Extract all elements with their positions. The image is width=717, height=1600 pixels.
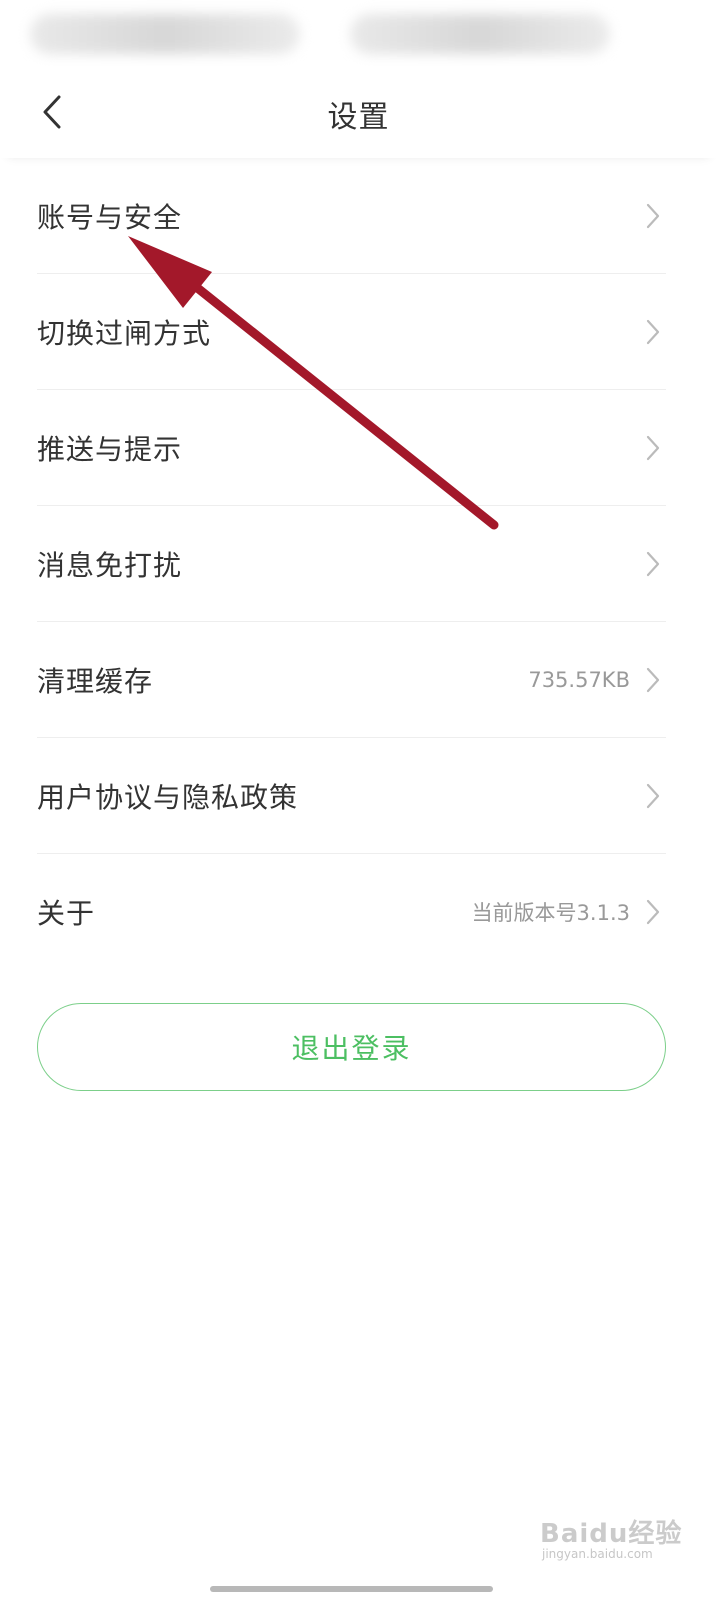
cache-size-value: 735.57KB — [528, 667, 630, 692]
status-bar-blurred — [0, 0, 717, 66]
settings-item-clear-cache[interactable]: 清理缓存 735.57KB — [37, 622, 666, 738]
chevron-right-icon — [646, 319, 660, 344]
home-indicator[interactable] — [210, 1586, 493, 1592]
watermark-text: Baidu经验 — [540, 1519, 683, 1549]
chevron-right-icon — [646, 783, 660, 808]
settings-item-label: 清理缓存 — [37, 664, 154, 698]
settings-item-push-notifications[interactable]: 推送与提示 — [37, 390, 666, 506]
blurred-status-right — [350, 14, 610, 54]
settings-item-label: 账号与安全 — [37, 200, 183, 234]
settings-item-label: 用户协议与隐私政策 — [37, 780, 299, 814]
settings-list: 账号与安全 切换过闸方式 推送与提示 消息免打扰 清理缓存 735.57KB 用… — [37, 158, 666, 969]
page-title: 设置 — [327, 100, 390, 135]
baidu-watermark: Baidu经验 jingyan.baidu.com — [540, 1495, 690, 1570]
settings-item-about[interactable]: 关于 当前版本号3.1.3 — [37, 854, 666, 969]
settings-item-label: 切换过闸方式 — [37, 316, 212, 350]
settings-item-gate-mode[interactable]: 切换过闸方式 — [37, 274, 666, 390]
settings-item-user-agreement-privacy[interactable]: 用户协议与隐私政策 — [37, 738, 666, 854]
logout-label: 退出登录 — [291, 1032, 412, 1065]
chevron-right-icon — [646, 203, 660, 228]
version-value: 当前版本号3.1.3 — [471, 900, 630, 925]
settings-item-label: 关于 — [37, 896, 96, 930]
chevron-right-icon — [646, 667, 660, 692]
settings-item-do-not-disturb[interactable]: 消息免打扰 — [37, 506, 666, 622]
settings-item-label: 消息免打扰 — [37, 548, 183, 582]
logout-button[interactable]: 退出登录 — [37, 1003, 666, 1091]
watermark-subtext: jingyan.baidu.com — [542, 1547, 653, 1561]
settings-item-label: 推送与提示 — [37, 432, 183, 466]
settings-item-account-security[interactable]: 账号与安全 — [37, 158, 666, 274]
chevron-right-icon — [646, 435, 660, 460]
nav-header: 设置 — [0, 66, 717, 158]
chevron-right-icon — [646, 899, 660, 924]
blurred-status-left — [30, 14, 300, 54]
chevron-right-icon — [646, 551, 660, 576]
